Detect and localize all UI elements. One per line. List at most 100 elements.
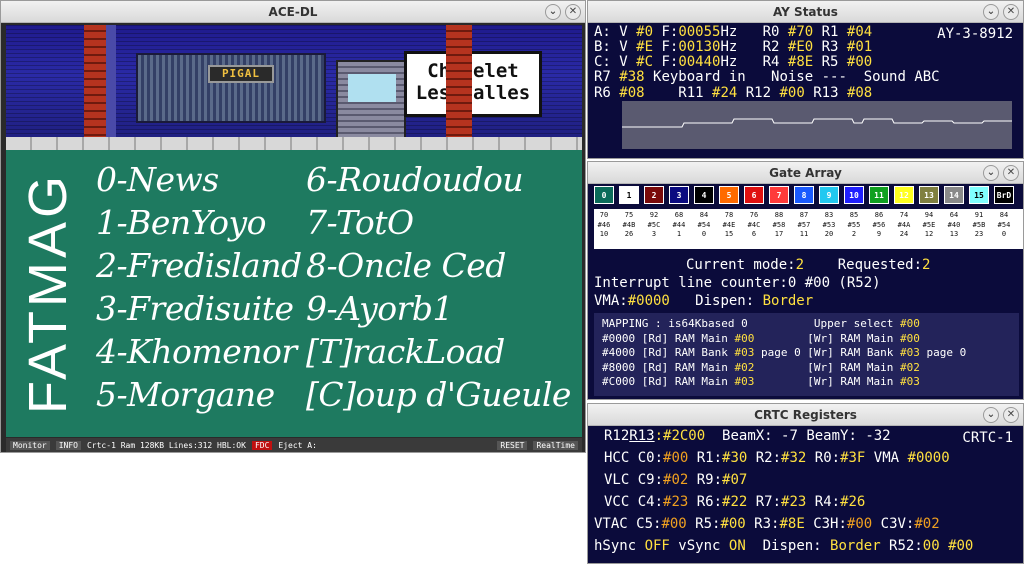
palette-info-column: 64 #40 13 bbox=[944, 209, 964, 249]
menu-item[interactable]: [T]rackLoad bbox=[306, 332, 505, 371]
palette-info-value: #4C bbox=[747, 220, 761, 229]
palette-info-column: 68 #44 1 bbox=[669, 209, 689, 249]
ga-titlebar[interactable]: Gate Array ⌄ ✕ bbox=[588, 162, 1023, 184]
shop-front: PIGAL bbox=[136, 53, 326, 123]
crtc-vlc-line: VLC C9:#02 R9:#07 bbox=[604, 472, 748, 488]
palette-info-value: #55 bbox=[847, 220, 861, 229]
palette-info-value: 20 bbox=[824, 230, 834, 238]
palette-info-column: 70 #46 10 bbox=[594, 209, 614, 249]
palette-info-value: 86 bbox=[874, 211, 884, 219]
palette-info-value: 70 bbox=[599, 211, 609, 219]
palette-swatch[interactable]: 4 bbox=[694, 186, 714, 204]
palette-swatch[interactable]: 15 bbox=[969, 186, 989, 204]
menu-item[interactable]: 7-TotO bbox=[306, 203, 414, 242]
pillar-shadow bbox=[106, 25, 116, 150]
palette-info-column: 78 #4E 15 bbox=[719, 209, 739, 249]
close-icon[interactable]: ✕ bbox=[565, 4, 581, 20]
minimize-icon[interactable]: ⌄ bbox=[983, 407, 999, 423]
eject-button[interactable]: Eject A: bbox=[278, 441, 317, 450]
minimize-icon[interactable]: ⌄ bbox=[983, 165, 999, 181]
pavement bbox=[6, 137, 582, 150]
palette-info-value: 0 bbox=[701, 230, 707, 238]
menu-item[interactable]: 1-BenYoyo bbox=[96, 203, 266, 242]
palette-swatch[interactable]: 14 bbox=[944, 186, 964, 204]
palette-swatch[interactable]: 11 bbox=[869, 186, 889, 204]
mapping-row: #0000 [Rd] RAM Main #00 [Wr] RAM Main #0… bbox=[602, 331, 920, 345]
palette-info-value: 83 bbox=[824, 211, 834, 219]
palette-info-value: 84 bbox=[699, 211, 709, 219]
palette-info-column: 84 #54 0 bbox=[994, 209, 1014, 249]
ace-titlebar[interactable]: ACE-DL ⌄ ✕ bbox=[1, 1, 585, 23]
metro-sign: Chatelet Les Halles bbox=[404, 51, 542, 117]
palette-info-value: 94 bbox=[924, 211, 934, 219]
close-icon[interactable]: ✕ bbox=[1003, 407, 1019, 423]
ay-r6-line: R6 #08 R11 #24 R12 #00 R13 #08 bbox=[594, 85, 873, 101]
palette-info-value: #57 bbox=[797, 220, 811, 229]
menu-item[interactable]: 4-Khomenor bbox=[96, 332, 297, 371]
palette-info-column: 74 #4A 24 bbox=[894, 209, 914, 249]
palette-info-value: 10 bbox=[599, 230, 609, 238]
menu-item[interactable]: 5-Morgane bbox=[96, 375, 275, 414]
fatmag-logo: FATMAG bbox=[18, 171, 78, 415]
palette-info-column: 88 #58 17 bbox=[769, 209, 789, 249]
palette-info-value: #54 bbox=[697, 220, 711, 229]
close-icon[interactable]: ✕ bbox=[1003, 165, 1019, 181]
mapping-panel: MAPPING : is64Kbased 0 Upper select #00 … bbox=[594, 313, 1019, 396]
menu-item[interactable]: 9-Ayorb1 bbox=[306, 289, 454, 328]
palette-swatch[interactable]: 8 bbox=[794, 186, 814, 204]
ay-r7-line: R7 #38 Keyboard in Noise --- Sound ABC bbox=[594, 69, 940, 85]
palette-swatch[interactable]: 13 bbox=[919, 186, 939, 204]
palette-info-value: #40 bbox=[947, 220, 961, 229]
palette-swatch[interactable]: 1 bbox=[619, 186, 639, 204]
reset-button[interactable]: RESET bbox=[497, 440, 528, 450]
palette-info-value: #4B bbox=[622, 220, 636, 229]
crtc-titlebar[interactable]: CRTC Registers ⌄ ✕ bbox=[588, 404, 1023, 426]
palette-info-value: #58 bbox=[772, 220, 786, 229]
palette-swatch[interactable]: 3 bbox=[669, 186, 689, 204]
mode-line: Current mode:2 Requested:2 bbox=[686, 257, 931, 273]
palette-info-value: 76 bbox=[749, 211, 759, 219]
menu-item[interactable]: 2-Fredisland bbox=[96, 246, 302, 285]
palette-swatch[interactable]: 5 bbox=[719, 186, 739, 204]
menu-item[interactable]: 6-Roudoudou bbox=[306, 160, 524, 199]
kiosk bbox=[336, 60, 406, 140]
palette-swatch[interactable]: 7 bbox=[769, 186, 789, 204]
palette-swatch[interactable]: 6 bbox=[744, 186, 764, 204]
palette-swatch[interactable]: 0 bbox=[594, 186, 614, 204]
palette-info-column: 76 #4C 6 bbox=[744, 209, 764, 249]
minimize-icon[interactable]: ⌄ bbox=[545, 4, 561, 20]
palette-info-value: 9 bbox=[876, 230, 882, 238]
menu-item[interactable]: 3-Fredisuite bbox=[96, 289, 294, 328]
palette-info-value: 87 bbox=[799, 211, 809, 219]
palette-swatch[interactable]: 2 bbox=[644, 186, 664, 204]
ay-titlebar[interactable]: AY Status ⌄ ✕ bbox=[588, 1, 1023, 23]
palette-swatch[interactable]: 12 bbox=[894, 186, 914, 204]
metro-line2: Les Halles bbox=[415, 82, 531, 104]
vma-line: VMA:#0000 Dispen: Border bbox=[594, 293, 814, 309]
close-icon[interactable]: ✕ bbox=[1003, 4, 1019, 20]
palette-swatch[interactable]: 9 bbox=[819, 186, 839, 204]
palette-info-value: 13 bbox=[949, 230, 959, 238]
palette-info-column: 87 #57 11 bbox=[794, 209, 814, 249]
palette-info-value: 88 bbox=[774, 211, 784, 219]
palette-swatch[interactable]: BrD bbox=[994, 186, 1014, 204]
monitor-button[interactable]: Monitor bbox=[10, 440, 50, 450]
menu-item[interactable]: 8-Oncle Ced bbox=[306, 246, 506, 285]
palette-info-value: 64 bbox=[949, 211, 959, 219]
crtc-r12-line: R12R13:#2C00 BeamX: -7 BeamY: -32 bbox=[604, 428, 891, 444]
palette-info-column: 85 #55 2 bbox=[844, 209, 864, 249]
info-button[interactable]: INFO bbox=[55, 440, 81, 450]
crtc-chip-label: CRTC-1 bbox=[962, 430, 1013, 446]
game-menu: FATMAG 0-News 1-BenYoyo 2-Fredisland 3-F… bbox=[6, 150, 582, 437]
palette-info-value: #4A bbox=[897, 220, 911, 229]
menu-item[interactable]: [C]oup d'Gueule bbox=[306, 375, 571, 414]
palette-info-column: 86 #56 9 bbox=[869, 209, 889, 249]
palette-swatch[interactable]: 10 bbox=[844, 186, 864, 204]
minimize-icon[interactable]: ⌄ bbox=[983, 4, 999, 20]
gate-array-window: Gate Array ⌄ ✕ 0 1 2 3 4 5 6 7 8 9 10 11 12 13 14 15 BrD… bbox=[587, 161, 1024, 400]
menu-item[interactable]: 0-News bbox=[96, 160, 219, 199]
palette-info-value: 26 bbox=[624, 230, 634, 238]
realtime-button[interactable]: RealTime bbox=[533, 440, 578, 450]
palette-info-value: 17 bbox=[774, 230, 784, 238]
waveform-plot bbox=[622, 118, 1012, 128]
